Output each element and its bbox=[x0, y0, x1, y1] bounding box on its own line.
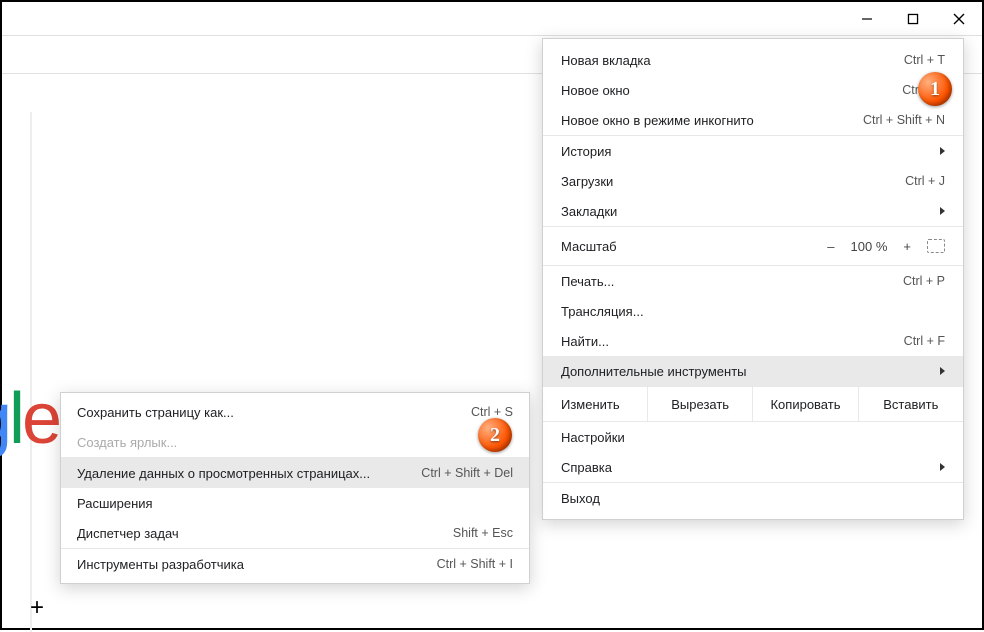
submenu-arrow-icon bbox=[940, 367, 945, 375]
footer-plus-icon[interactable]: + bbox=[30, 594, 44, 622]
menu-label: Дополнительные инструменты bbox=[561, 364, 932, 379]
logo-letter: e bbox=[22, 379, 59, 459]
menu-label: Загрузки bbox=[561, 174, 905, 189]
menu-label: Справка bbox=[561, 460, 932, 475]
menu-item-history[interactable]: История bbox=[543, 136, 963, 166]
menu-shortcut: Ctrl + Shift + I bbox=[437, 557, 513, 571]
menu-item-zoom: Масштаб – 100 % + bbox=[543, 227, 963, 265]
edit-cut-button[interactable]: Вырезать bbox=[648, 387, 753, 421]
menu-item-cast[interactable]: Трансляция... bbox=[543, 296, 963, 326]
menu-label: Расширения bbox=[77, 496, 513, 511]
menu-label: Новое окно в режиме инкогнито bbox=[561, 113, 863, 128]
zoom-value: 100 % bbox=[851, 239, 888, 254]
menu-item-settings[interactable]: Настройки bbox=[543, 422, 963, 452]
menu-shortcut: Ctrl + F bbox=[904, 334, 945, 348]
menu-item-new-tab[interactable]: Новая вкладкаCtrl + T bbox=[543, 45, 963, 75]
logo-letter: l bbox=[9, 379, 22, 459]
minimize-button[interactable] bbox=[844, 2, 890, 36]
menu-label: Инструменты разработчика bbox=[77, 557, 437, 572]
menu-shortcut: Ctrl + Shift + N bbox=[863, 113, 945, 127]
menu-shortcut: Ctrl + J bbox=[905, 174, 945, 188]
edit-paste-button[interactable]: Вставить bbox=[859, 387, 963, 421]
page-edge bbox=[30, 112, 32, 632]
menu-label: Изменить bbox=[543, 387, 648, 421]
menu-item-help[interactable]: Справка bbox=[543, 452, 963, 482]
submenu-item-task-manager[interactable]: Диспетчер задачShift + Esc bbox=[61, 518, 529, 548]
menu-item-downloads[interactable]: ЗагрузкиCtrl + J bbox=[543, 166, 963, 196]
menu-item-new-window[interactable]: Новое окноCtrl + N bbox=[543, 75, 963, 105]
menu-label: Масштаб bbox=[561, 239, 617, 254]
menu-label: Найти... bbox=[561, 334, 904, 349]
menu-shortcut: Ctrl + T bbox=[904, 53, 945, 67]
menu-item-find[interactable]: Найти...Ctrl + F bbox=[543, 326, 963, 356]
google-logo: gle bbox=[0, 378, 59, 460]
menu-label: Трансляция... bbox=[561, 304, 945, 319]
menu-item-more-tools[interactable]: Дополнительные инструменты bbox=[543, 356, 963, 386]
menu-label: Диспетчер задач bbox=[77, 526, 453, 541]
menu-label: Новая вкладка bbox=[561, 53, 904, 68]
menu-item-bookmarks[interactable]: Закладки bbox=[543, 196, 963, 226]
menu-label: Создать ярлык... bbox=[77, 435, 513, 450]
submenu-item-create-shortcut: Создать ярлык... bbox=[61, 427, 529, 457]
callout-badge-2: 2 bbox=[478, 418, 512, 452]
menu-label: Закладки bbox=[561, 204, 932, 219]
zoom-out-button[interactable]: – bbox=[827, 239, 834, 254]
menu-item-print[interactable]: Печать...Ctrl + P bbox=[543, 266, 963, 296]
menu-shortcut: Ctrl + S bbox=[471, 405, 513, 419]
close-button[interactable] bbox=[936, 2, 982, 36]
menu-shortcut: Ctrl + P bbox=[903, 274, 945, 288]
menu-shortcut: Shift + Esc bbox=[453, 526, 513, 540]
submenu-arrow-icon bbox=[940, 147, 945, 155]
maximize-button[interactable] bbox=[890, 2, 936, 36]
submenu-arrow-icon bbox=[940, 207, 945, 215]
callout-badge-1: 1 bbox=[918, 72, 952, 106]
menu-edit-row: Изменить Вырезать Копировать Вставить bbox=[543, 387, 963, 421]
menu-shortcut: Ctrl + Shift + Del bbox=[421, 466, 513, 480]
more-tools-submenu: Сохранить страницу как...Ctrl + S Создат… bbox=[60, 392, 530, 584]
menu-label: Выход bbox=[561, 491, 945, 506]
menu-label: Новое окно bbox=[561, 83, 902, 98]
menu-item-incognito[interactable]: Новое окно в режиме инкогнитоCtrl + Shif… bbox=[543, 105, 963, 135]
submenu-item-save-as[interactable]: Сохранить страницу как...Ctrl + S bbox=[61, 397, 529, 427]
menu-label: Удаление данных о просмотренных страница… bbox=[77, 466, 421, 481]
logo-letter: g bbox=[0, 379, 9, 459]
menu-label: Сохранить страницу как... bbox=[77, 405, 471, 420]
fullscreen-icon[interactable] bbox=[927, 239, 945, 253]
submenu-item-clear-data[interactable]: Удаление данных о просмотренных страница… bbox=[61, 458, 529, 488]
menu-label: Настройки bbox=[561, 430, 945, 445]
submenu-item-dev-tools[interactable]: Инструменты разработчикаCtrl + Shift + I bbox=[61, 549, 529, 579]
menu-item-exit[interactable]: Выход bbox=[543, 483, 963, 513]
chrome-main-menu: Новая вкладкаCtrl + T Новое окноCtrl + N… bbox=[542, 38, 964, 520]
edit-copy-button[interactable]: Копировать bbox=[753, 387, 858, 421]
menu-label: Печать... bbox=[561, 274, 903, 289]
submenu-arrow-icon bbox=[940, 463, 945, 471]
window-titlebar bbox=[2, 2, 982, 36]
menu-label: История bbox=[561, 144, 932, 159]
zoom-in-button[interactable]: + bbox=[903, 239, 911, 254]
submenu-item-extensions[interactable]: Расширения bbox=[61, 488, 529, 518]
